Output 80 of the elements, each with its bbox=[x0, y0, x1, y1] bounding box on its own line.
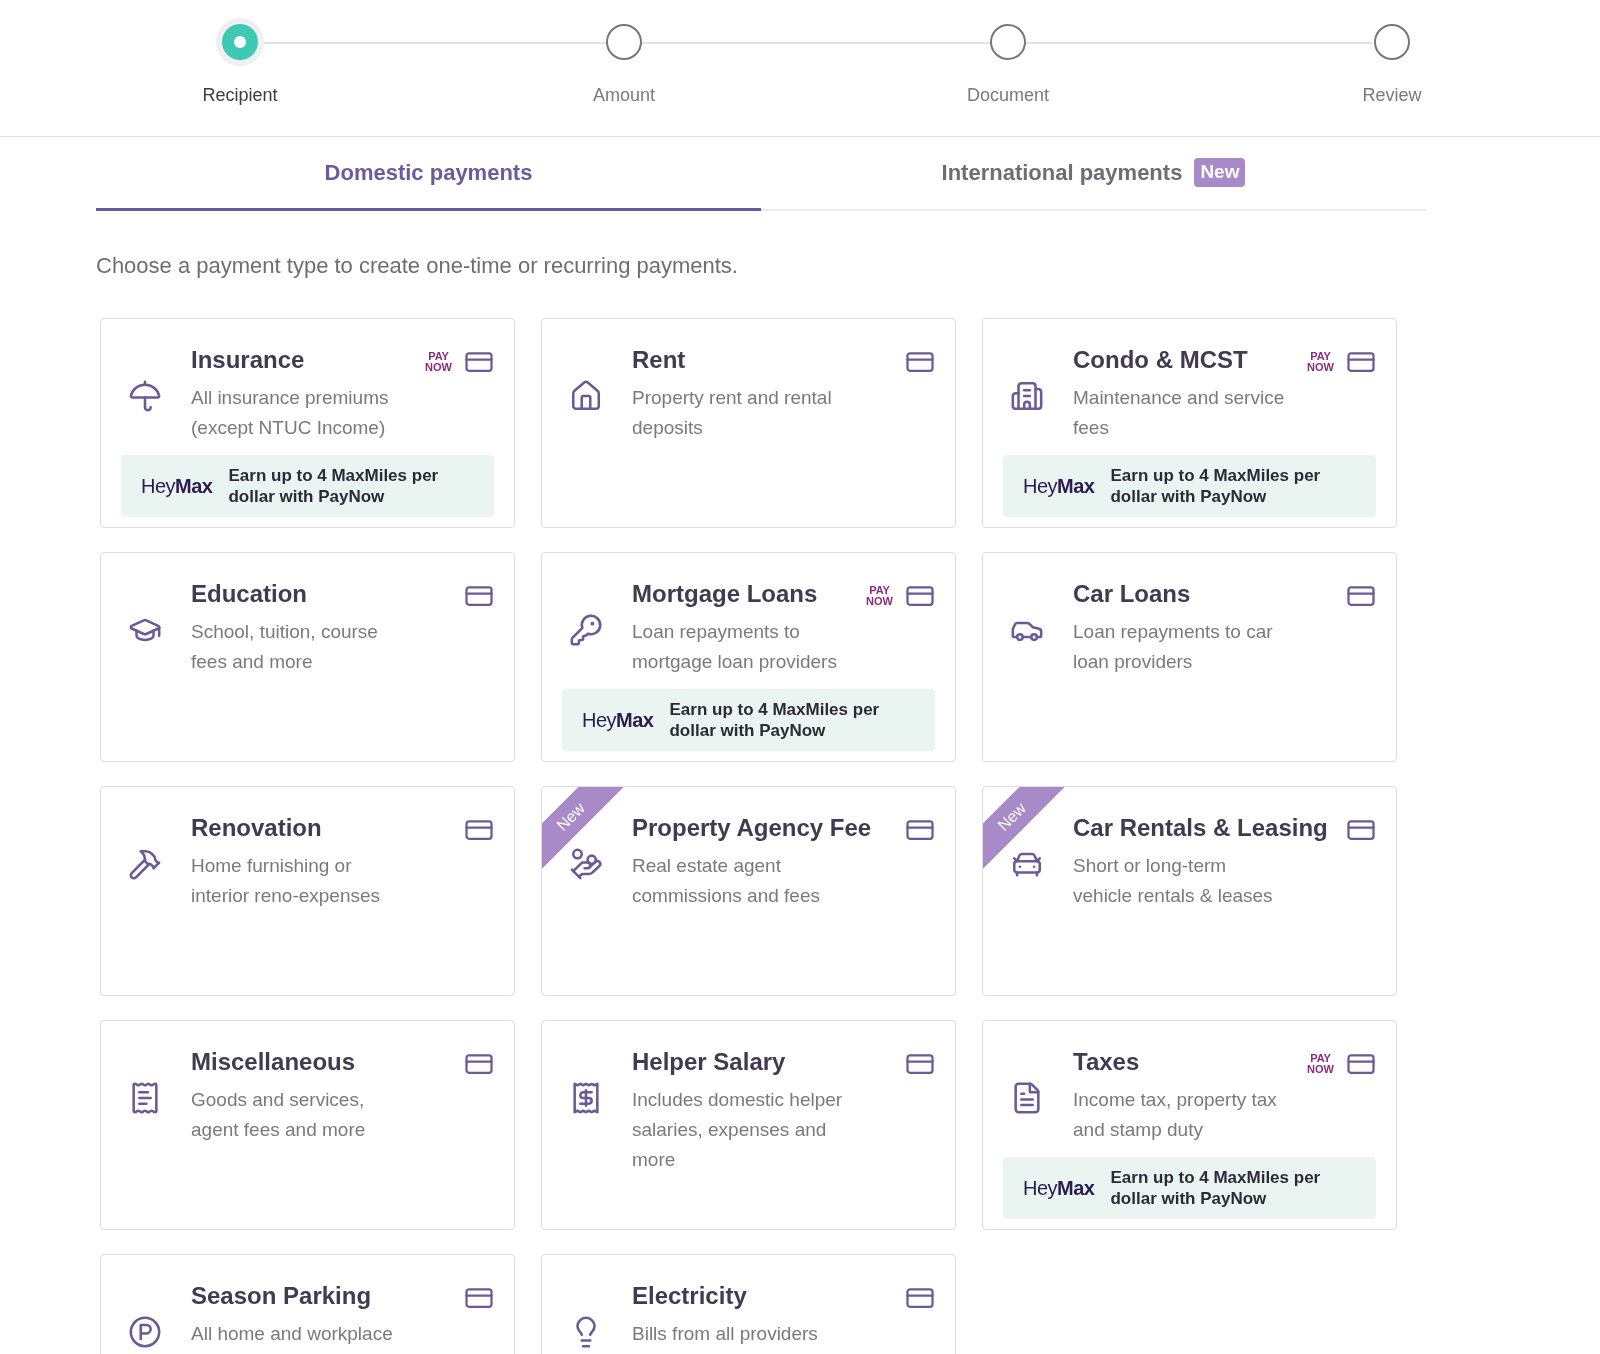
payment-type-card[interactable]: Education School, tuition, course fees and more bbox=[100, 552, 515, 762]
parking-icon bbox=[128, 1315, 162, 1349]
card-description-line: Loan repayments to car bbox=[1073, 620, 1273, 644]
payment-type-card[interactable]: Renovation Home furnishing or interior reno-expenses bbox=[100, 786, 515, 996]
payment-type-card[interactable]: Rent Property rent and rental deposits bbox=[541, 318, 956, 528]
card-description-line: Income tax, property tax bbox=[1073, 1088, 1277, 1112]
card-description-line: Property rent and rental bbox=[632, 386, 832, 410]
payment-type-card[interactable]: Miscellaneous Goods and services, agent fees and more bbox=[100, 1020, 515, 1230]
card-description-line: Maintenance and service bbox=[1073, 386, 1285, 410]
card-description-line: fees bbox=[1073, 416, 1109, 440]
card-description-line: All insurance premiums bbox=[191, 386, 389, 410]
payment-type-card[interactable]: Insurance PAY NOW All insurance premiums (except NTUC Income) HeyMax Earn up to 4 MaxMiles per dollar with PayNow bbox=[100, 318, 515, 528]
card-title: Taxes bbox=[1073, 1047, 1140, 1077]
card-description-line: Loan repayments to bbox=[632, 620, 800, 644]
card-description-line: deposits bbox=[632, 416, 703, 440]
payment-tab[interactable]: International payments New bbox=[761, 137, 1426, 211]
key-icon bbox=[569, 613, 603, 647]
hand-icon bbox=[569, 847, 603, 881]
card-description-line: Bills from all providers bbox=[632, 1322, 818, 1346]
card-description-line: Short or long-term bbox=[1073, 854, 1227, 878]
paynow-logo: PAY NOW bbox=[1307, 351, 1334, 373]
payment-type-card[interactable]: Taxes PAY NOW Income tax, property tax and stamp duty HeyMax Earn up to 4 MaxMiles per dollar with PayNow bbox=[982, 1020, 1397, 1230]
card-description-line: fees and more bbox=[191, 650, 313, 674]
card-description-line: vehicle rentals & leases bbox=[1073, 884, 1273, 908]
card-title: Rent bbox=[632, 345, 686, 375]
card-description-line: commissions and fees bbox=[632, 884, 820, 908]
card-description-line: salaries, expenses and bbox=[632, 1118, 827, 1142]
card-description-line: Home furnishing or bbox=[191, 854, 352, 878]
card-title: Insurance bbox=[191, 345, 305, 375]
paynow-logo: PAY NOW bbox=[425, 351, 452, 373]
card-title: Electricity bbox=[632, 1281, 747, 1311]
payment-type-card[interactable]: Condo & MCST PAY NOW Maintenance and service fees HeyMax Earn up to 4 MaxMiles per dollar with PayNow bbox=[982, 318, 1397, 528]
card-title: Mortgage Loans bbox=[632, 579, 818, 609]
heymax-logo: HeyMax bbox=[582, 708, 654, 733]
step-label: Review bbox=[1362, 84, 1422, 107]
card-description-line: Goods and services, bbox=[191, 1088, 365, 1112]
card-description-line: (except NTUC Income) bbox=[191, 416, 386, 440]
card-title: Miscellaneous bbox=[191, 1047, 356, 1077]
house-icon bbox=[569, 379, 603, 413]
payment-type-card[interactable]: Helper Salary Includes domestic helper salaries, expenses and more bbox=[541, 1020, 956, 1230]
paynow-logo: PAY NOW bbox=[1307, 1053, 1334, 1075]
building-icon bbox=[1010, 379, 1044, 413]
card-description-line: School, tuition, course bbox=[191, 620, 378, 644]
card-description-line: loan providers bbox=[1073, 650, 1193, 674]
payment-tab[interactable]: Domestic payments bbox=[96, 137, 761, 211]
card-title: Car Rentals & Leasing bbox=[1073, 813, 1328, 843]
step-label: Amount bbox=[592, 84, 655, 107]
card-title: Car Loans bbox=[1073, 579, 1191, 609]
heymax-logo: HeyMax bbox=[1023, 474, 1095, 499]
paynow-logo: PAY NOW bbox=[866, 585, 893, 607]
umbrella-icon bbox=[128, 379, 162, 413]
card-title: Helper Salary bbox=[632, 1047, 786, 1077]
intro-text: Choose a payment type to create one-time or recurring payments. bbox=[96, 252, 739, 280]
card-description-line: and stamp duty bbox=[1073, 1118, 1203, 1142]
card-description-line: All home and workplace bbox=[191, 1322, 393, 1346]
payment-type-card[interactable]: Car Loans Loan repayments to car loan providers bbox=[982, 552, 1397, 762]
heymax-logo: HeyMax bbox=[141, 474, 213, 499]
card-title: Property Agency Fee bbox=[632, 813, 872, 843]
card-description-line: Real estate agent bbox=[632, 854, 781, 878]
card-description-line: more bbox=[632, 1148, 676, 1172]
step-label: Recipient bbox=[202, 84, 278, 107]
heymax-logo: HeyMax bbox=[1023, 1176, 1095, 1201]
promo-text: Earn up to 4 MaxMiles per dollar with PayNow bbox=[669, 699, 881, 741]
payment-type-card[interactable]: Electricity Bills from all providers bbox=[541, 1254, 956, 1354]
promo-text: Earn up to 4 MaxMiles per dollar with PayNow bbox=[228, 465, 440, 507]
hammer-icon bbox=[128, 847, 162, 881]
card-description-line: mortgage loan providers bbox=[632, 650, 837, 674]
payment-type-card[interactable]: Season Parking All home and workplace bbox=[100, 1254, 515, 1354]
card-description-line: Includes domestic helper bbox=[632, 1088, 843, 1112]
card-description-line: agent fees and more bbox=[191, 1118, 366, 1142]
new-badge: New bbox=[1194, 158, 1246, 187]
payment-type-card[interactable]: Mortgage Loans PAY NOW Loan repayments to mortgage loan providers HeyMax Earn up to 4 MaxMiles per dollar with PayNow bbox=[541, 552, 956, 762]
card-description-line: interior reno-expenses bbox=[191, 884, 381, 908]
promo-text: Earn up to 4 MaxMiles per dollar with PayNow bbox=[1110, 1167, 1322, 1209]
card-title: Condo & MCST bbox=[1073, 345, 1248, 375]
step-label: Document bbox=[966, 84, 1049, 107]
promo-text: Earn up to 4 MaxMiles per dollar with PayNow bbox=[1110, 465, 1322, 507]
card-title: Renovation bbox=[191, 813, 322, 843]
card-title: Education bbox=[191, 579, 307, 609]
card-title: Season Parking bbox=[191, 1281, 372, 1311]
